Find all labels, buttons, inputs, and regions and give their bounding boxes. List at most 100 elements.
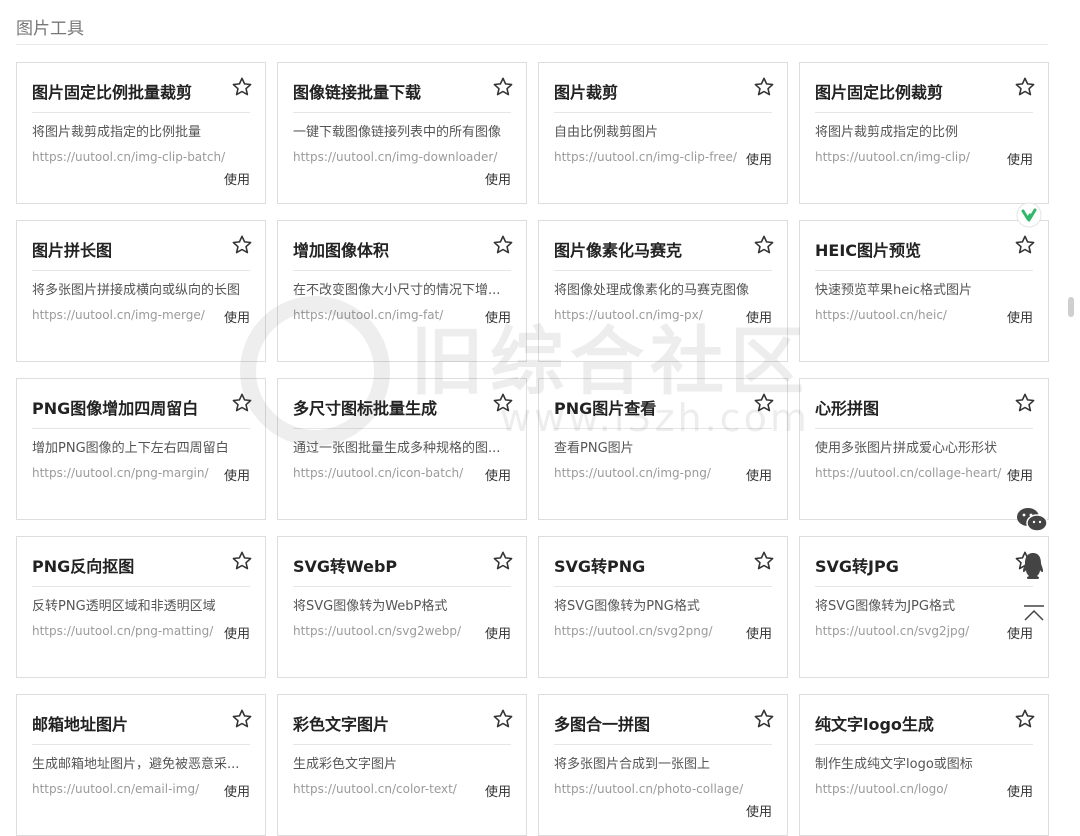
tool-card-url[interactable]: https://uutool.cn/png-matting/ bbox=[32, 624, 213, 638]
star-icon[interactable] bbox=[231, 708, 253, 730]
tool-card[interactable]: 彩色文字图片 生成彩色文字图片 https://uutool.cn/color-… bbox=[277, 694, 527, 836]
star-icon[interactable] bbox=[492, 550, 514, 572]
tool-card[interactable]: 多图合一拼图 将多张图片合成到一张图上 https://uutool.cn/ph… bbox=[538, 694, 788, 836]
tool-card-title[interactable]: 彩色文字图片 bbox=[293, 711, 389, 735]
tool-card[interactable]: 图片裁剪 自由比例裁剪图片 https://uutool.cn/img-clip… bbox=[538, 62, 788, 204]
tool-card[interactable]: 图片固定比例裁剪 将图片裁剪成指定的比例 https://uutool.cn/i… bbox=[799, 62, 1049, 204]
tool-card-url[interactable]: https://uutool.cn/png-margin/ bbox=[32, 466, 209, 480]
tool-card-title[interactable]: PNG图片查看 bbox=[554, 395, 656, 419]
use-button[interactable]: 使用 bbox=[224, 465, 250, 484]
use-button[interactable]: 使用 bbox=[1007, 465, 1033, 484]
tool-card-url[interactable]: https://uutool.cn/img-fat/ bbox=[293, 308, 443, 322]
tool-card[interactable]: 图片像素化马赛克 将图像处理成像素化的马赛克图像 https://uutool.… bbox=[538, 220, 788, 362]
scrollbar-thumb[interactable] bbox=[1068, 297, 1074, 317]
tool-card[interactable]: HEIC图片预览 快速预览苹果heic格式图片 https://uutool.c… bbox=[799, 220, 1049, 362]
tool-card[interactable]: 图像链接批量下载 一键下载图像链接列表中的所有图像 https://uutool… bbox=[277, 62, 527, 204]
use-button[interactable]: 使用 bbox=[224, 307, 250, 326]
tool-card-title[interactable]: 邮箱地址图片 bbox=[32, 711, 128, 735]
tool-card[interactable]: SVG转PNG 将SVG图像转为PNG格式 https://uutool.cn/… bbox=[538, 536, 788, 678]
qq-icon[interactable] bbox=[1021, 552, 1045, 580]
use-button[interactable]: 使用 bbox=[746, 465, 772, 484]
tool-card-title[interactable]: SVG转JPG bbox=[815, 553, 899, 577]
use-button[interactable]: 使用 bbox=[746, 801, 772, 820]
tool-card-url[interactable]: https://uutool.cn/heic/ bbox=[815, 308, 947, 322]
tool-card-url[interactable]: https://uutool.cn/svg2jpg/ bbox=[815, 624, 969, 638]
tool-card-title[interactable]: 图像链接批量下载 bbox=[293, 79, 421, 103]
star-icon[interactable] bbox=[231, 76, 253, 98]
use-button[interactable]: 使用 bbox=[746, 623, 772, 642]
tool-card-url[interactable]: https://uutool.cn/color-text/ bbox=[293, 782, 457, 796]
tool-card-title[interactable]: 增加图像体积 bbox=[293, 237, 389, 261]
tool-card-url[interactable]: https://uutool.cn/img-downloader/ bbox=[293, 150, 497, 164]
use-button[interactable]: 使用 bbox=[224, 781, 250, 800]
wechat-icon[interactable] bbox=[1016, 506, 1048, 534]
tool-card-url[interactable]: https://uutool.cn/collage-heart/ bbox=[815, 466, 1001, 480]
yuque-icon[interactable] bbox=[1016, 202, 1042, 228]
tool-card[interactable]: 多尺寸图标批量生成 通过一张图批量生成多种规格的图... https://uut… bbox=[277, 378, 527, 520]
use-button[interactable]: 使用 bbox=[746, 149, 772, 168]
star-icon[interactable] bbox=[492, 708, 514, 730]
tool-card-title[interactable]: 图片像素化马赛克 bbox=[554, 237, 682, 261]
use-button[interactable]: 使用 bbox=[1007, 623, 1033, 642]
star-icon[interactable] bbox=[1014, 234, 1036, 256]
tool-card-url[interactable]: https://uutool.cn/img-px/ bbox=[554, 308, 703, 322]
tool-card[interactable]: PNG反向抠图 反转PNG透明区域和非透明区域 https://uutool.c… bbox=[16, 536, 266, 678]
tool-card[interactable]: PNG图像增加四周留白 增加PNG图像的上下左右四周留白 https://uut… bbox=[16, 378, 266, 520]
tool-card-title[interactable]: SVG转WebP bbox=[293, 553, 397, 577]
tool-card-title[interactable]: 心形拼图 bbox=[815, 395, 879, 419]
star-icon[interactable] bbox=[231, 234, 253, 256]
back-to-top-icon[interactable] bbox=[1022, 604, 1046, 624]
use-button[interactable]: 使用 bbox=[1007, 307, 1033, 326]
star-icon[interactable] bbox=[1014, 76, 1036, 98]
tool-card[interactable]: SVG转JPG 将SVG图像转为JPG格式 https://uutool.cn/… bbox=[799, 536, 1049, 678]
use-button[interactable]: 使用 bbox=[485, 781, 511, 800]
tool-card[interactable]: 纯文字logo生成 制作生成纯文字logo或图标 https://uutool.… bbox=[799, 694, 1049, 836]
tool-card[interactable]: 图片拼长图 将多张图片拼接成横向或纵向的长图 https://uutool.cn… bbox=[16, 220, 266, 362]
use-button[interactable]: 使用 bbox=[224, 169, 250, 188]
tool-card-title[interactable]: 图片裁剪 bbox=[554, 79, 618, 103]
tool-card-title[interactable]: SVG转PNG bbox=[554, 553, 645, 577]
tool-card-url[interactable]: https://uutool.cn/svg2png/ bbox=[554, 624, 713, 638]
tool-card-title[interactable]: 图片拼长图 bbox=[32, 237, 112, 261]
tool-card-url[interactable]: https://uutool.cn/icon-batch/ bbox=[293, 466, 463, 480]
tool-card[interactable]: 图片固定比例批量裁剪 将图片裁剪成指定的比例批量 https://uutool.… bbox=[16, 62, 266, 204]
use-button[interactable]: 使用 bbox=[485, 307, 511, 326]
tool-card-url[interactable]: https://uutool.cn/email-img/ bbox=[32, 782, 199, 796]
tool-card-title[interactable]: 多尺寸图标批量生成 bbox=[293, 395, 437, 419]
tool-card-url[interactable]: https://uutool.cn/logo/ bbox=[815, 782, 948, 796]
tool-card-url[interactable]: https://uutool.cn/img-png/ bbox=[554, 466, 711, 480]
use-button[interactable]: 使用 bbox=[485, 623, 511, 642]
star-icon[interactable] bbox=[492, 392, 514, 414]
star-icon[interactable] bbox=[492, 234, 514, 256]
tool-card-url[interactable]: https://uutool.cn/img-clip/ bbox=[815, 150, 970, 164]
tool-card[interactable]: PNG图片查看 查看PNG图片 https://uutool.cn/img-pn… bbox=[538, 378, 788, 520]
tool-card-url[interactable]: https://uutool.cn/img-clip-batch/ bbox=[32, 150, 225, 164]
tool-card-title[interactable]: PNG反向抠图 bbox=[32, 553, 134, 577]
tool-card[interactable]: SVG转WebP 将SVG图像转为WebP格式 https://uutool.c… bbox=[277, 536, 527, 678]
use-button[interactable]: 使用 bbox=[1007, 149, 1033, 168]
tool-card[interactable]: 心形拼图 使用多张图片拼成爱心心形形状 https://uutool.cn/co… bbox=[799, 378, 1049, 520]
star-icon[interactable] bbox=[753, 392, 775, 414]
tool-card-url[interactable]: https://uutool.cn/img-clip-free/ bbox=[554, 150, 737, 164]
use-button[interactable]: 使用 bbox=[1007, 781, 1033, 800]
use-button[interactable]: 使用 bbox=[485, 169, 511, 188]
tool-card-title[interactable]: 多图合一拼图 bbox=[554, 711, 650, 735]
star-icon[interactable] bbox=[492, 76, 514, 98]
use-button[interactable]: 使用 bbox=[224, 623, 250, 642]
tool-card-title[interactable]: 纯文字logo生成 bbox=[815, 711, 934, 735]
tool-card-title[interactable]: HEIC图片预览 bbox=[815, 237, 921, 261]
star-icon[interactable] bbox=[1014, 708, 1036, 730]
star-icon[interactable] bbox=[753, 708, 775, 730]
tool-card[interactable]: 增加图像体积 在不改变图像大小尺寸的情况下增... https://uutool… bbox=[277, 220, 527, 362]
tool-card-url[interactable]: https://uutool.cn/photo-collage/ bbox=[554, 782, 743, 796]
star-icon[interactable] bbox=[753, 76, 775, 98]
tool-card[interactable]: 邮箱地址图片 生成邮箱地址图片，避免被恶意采... https://uutool… bbox=[16, 694, 266, 836]
tool-card-title[interactable]: 图片固定比例批量裁剪 bbox=[32, 79, 192, 103]
tool-card-url[interactable]: https://uutool.cn/img-merge/ bbox=[32, 308, 205, 322]
star-icon[interactable] bbox=[753, 234, 775, 256]
star-icon[interactable] bbox=[1014, 392, 1036, 414]
use-button[interactable]: 使用 bbox=[746, 307, 772, 326]
use-button[interactable]: 使用 bbox=[485, 465, 511, 484]
tool-card-url[interactable]: https://uutool.cn/svg2webp/ bbox=[293, 624, 461, 638]
star-icon[interactable] bbox=[231, 392, 253, 414]
